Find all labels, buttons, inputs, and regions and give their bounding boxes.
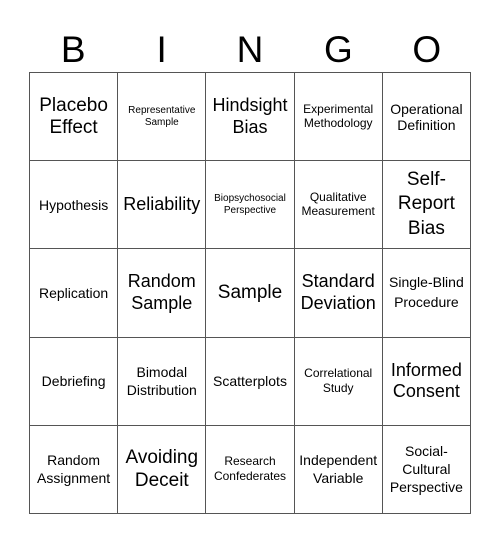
bingo-cell[interactable]: Hindsight Bias xyxy=(206,73,295,162)
cell-label: Correlational Study xyxy=(304,365,373,396)
cell-label: Self-Report Bias xyxy=(397,168,455,240)
cell-label: Random Sample xyxy=(127,271,196,313)
bingo-cell[interactable]: Informed Consent xyxy=(382,337,471,426)
cell-label: Social-Cultural Perspective xyxy=(389,443,463,496)
bingo-cell[interactable]: Sample xyxy=(206,249,295,338)
bingo-cell[interactable]: Hypothesis xyxy=(30,161,119,250)
bingo-cell[interactable]: Operational Definition xyxy=(382,73,471,162)
cell-label: Sample xyxy=(217,282,283,304)
cell-label: Avoiding Deceit xyxy=(125,446,199,492)
cell-label: Bimodal Distribution xyxy=(126,364,197,399)
cell-label: Research Confederates xyxy=(213,453,287,484)
cell-label: Experimental Methodology xyxy=(303,101,374,130)
bingo-cell[interactable]: Representative Sample xyxy=(118,73,207,162)
cell-label: Standard Deviation xyxy=(300,271,376,313)
bingo-cell[interactable]: Avoiding Deceit xyxy=(118,425,207,514)
cell-label: Hindsight Bias xyxy=(212,95,288,137)
cell-label: Random Assignment xyxy=(37,452,111,487)
bingo-cell[interactable]: Standard Deviation xyxy=(294,249,383,338)
bingo-cell[interactable]: Placebo Effect xyxy=(30,73,119,162)
bingo-cell[interactable]: Experimental Methodology xyxy=(294,73,383,162)
title-letter-g: G xyxy=(324,29,353,70)
bingo-cell[interactable]: Social-Cultural Perspective xyxy=(382,425,471,514)
cell-label: Single-Blind Procedure xyxy=(389,274,464,310)
cell-label: Informed Consent xyxy=(390,359,462,402)
cell-label: Biopsychosocial Perspective xyxy=(214,193,286,216)
cell-label: Scatterplots xyxy=(213,373,287,390)
cell-label: Qualitative Measurement xyxy=(301,189,375,218)
bingo-cell[interactable]: Bimodal Distribution xyxy=(118,337,207,426)
cell-label: Hypothesis xyxy=(38,196,109,213)
bingo-cell[interactable]: Random Sample xyxy=(118,249,207,338)
bingo-cell[interactable]: Scatterplots xyxy=(206,337,295,426)
bingo-cell[interactable]: Reliability xyxy=(118,161,207,250)
cell-label: Placebo Effect xyxy=(39,94,108,138)
bingo-cell[interactable]: Debriefing xyxy=(30,337,119,426)
bingo-cell[interactable]: Self-Report Bias xyxy=(382,161,471,250)
cell-label: Replication xyxy=(38,284,109,301)
cell-label: Representative Sample xyxy=(128,105,196,128)
title-letter-n: N xyxy=(236,29,264,70)
bingo-cell[interactable]: Biopsychosocial Perspective xyxy=(206,161,295,250)
cell-label: Operational Definition xyxy=(390,100,463,133)
bingo-cell[interactable]: Qualitative Measurement xyxy=(294,161,383,250)
title-letter-b: B xyxy=(60,29,86,70)
title-letter-i: I xyxy=(156,29,167,70)
bingo-cell[interactable]: Replication xyxy=(30,249,119,338)
cell-label: Independent Variable xyxy=(299,452,378,487)
bingo-cell[interactable]: Research Confederates xyxy=(206,425,295,514)
cell-label: Debriefing xyxy=(41,373,106,390)
title-letter-o: O xyxy=(412,29,442,70)
bingo-cell[interactable]: Single-Blind Procedure xyxy=(382,249,471,338)
bingo-title: B I N G O xyxy=(29,28,471,72)
bingo-cell[interactable]: Random Assignment xyxy=(30,425,119,514)
bingo-cell[interactable]: Independent Variable xyxy=(294,425,383,514)
bingo-cell[interactable]: Correlational Study xyxy=(294,337,383,426)
cell-label: Reliability xyxy=(123,193,201,214)
bingo-board: Placebo Effect Representative Sample Hin… xyxy=(29,72,471,514)
